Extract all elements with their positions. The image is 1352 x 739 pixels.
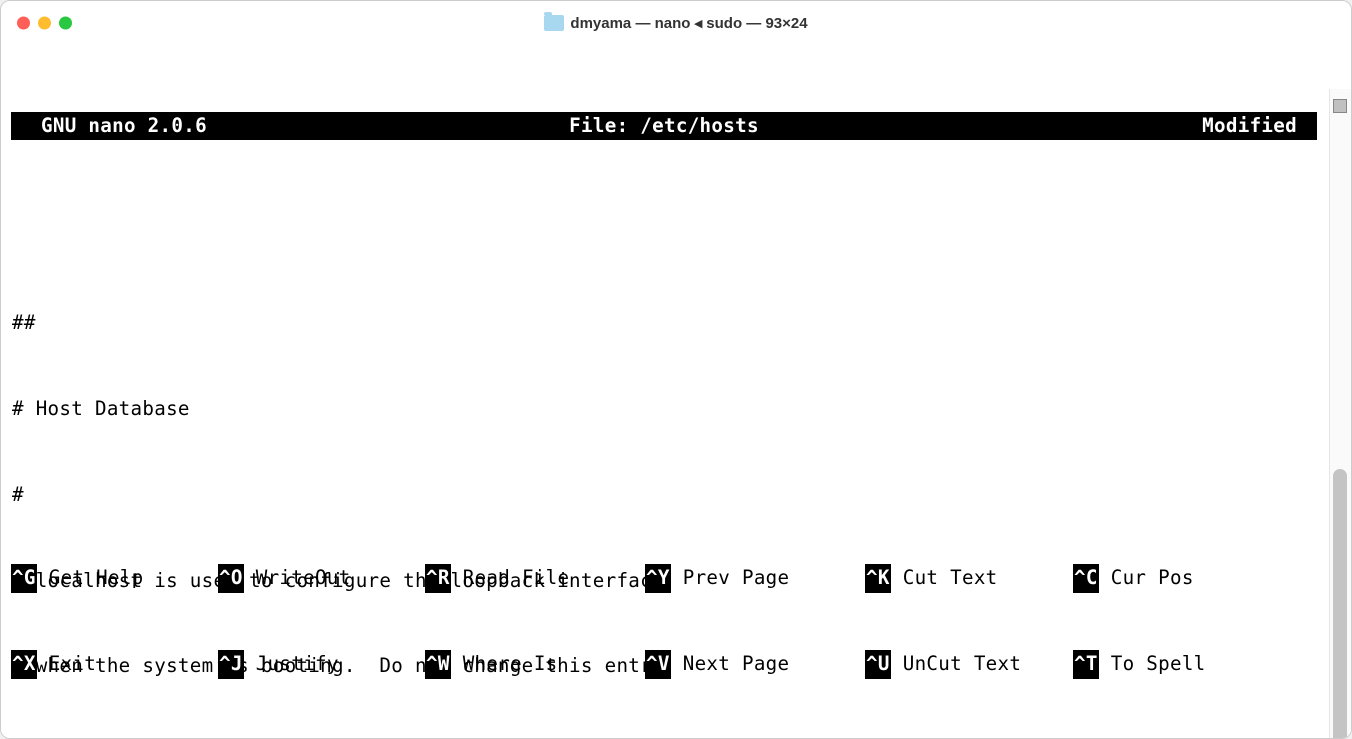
shortcut-key: ^W	[425, 650, 451, 679]
shortcut-key: ^T	[1073, 650, 1099, 679]
shortcut-key: ^X	[11, 650, 37, 679]
scrollbar-top-icon[interactable]	[1333, 99, 1347, 113]
shortcut-key: ^J	[218, 650, 244, 679]
shortcut-key: ^K	[865, 564, 891, 593]
traffic-lights	[17, 17, 72, 30]
shortcut-row: ^GGet Help ^OWriteOut ^RRead File ^YPrev…	[11, 564, 1317, 593]
shortcut-label: Where Is	[451, 650, 558, 679]
shortcut-key: ^Y	[645, 564, 671, 593]
shortcut-label: WriteOut	[244, 564, 351, 593]
shortcut-read-file: ^RRead File	[425, 564, 645, 593]
nano-modified-label: Modified	[1202, 112, 1297, 140]
shortcut-key: ^V	[645, 650, 671, 679]
shortcut-label: To Spell	[1099, 650, 1206, 679]
file-line: # Host Database	[12, 395, 1317, 424]
terminal-area[interactable]: GNU nano 2.0.6 File: /etc/hosts Modified…	[1, 45, 1351, 738]
shortcut-label: Justify	[244, 650, 339, 679]
shortcut-label: Read File	[451, 564, 570, 593]
shortcut-label: Prev Page	[671, 564, 790, 593]
shortcut-to-spell: ^TTo Spell	[1073, 650, 1317, 679]
window-title: dmyama — nano ◂ sudo — 93×24	[17, 14, 1335, 32]
shortcut-writeout: ^OWriteOut	[218, 564, 425, 593]
nano-header: GNU nano 2.0.6 File: /etc/hosts Modified	[11, 112, 1317, 140]
window-titlebar: dmyama — nano ◂ sudo — 93×24	[1, 1, 1351, 45]
shortcut-label: Cur Pos	[1099, 564, 1194, 593]
shortcut-uncut-text: ^UUnCut Text	[865, 650, 1073, 679]
file-line: ##	[12, 309, 1317, 338]
nano-file-label: File: /etc/hosts	[569, 112, 759, 140]
shortcut-label: UnCut Text	[891, 650, 1022, 679]
minimize-button[interactable]	[38, 17, 51, 30]
terminal-window: dmyama — nano ◂ sudo — 93×24 GNU nano 2.…	[0, 0, 1352, 739]
shortcut-label: Get Help	[37, 564, 144, 593]
shortcut-next-page: ^VNext Page	[645, 650, 865, 679]
file-line: #	[12, 481, 1317, 510]
scrollbar-thumb[interactable]	[1333, 469, 1347, 739]
maximize-button[interactable]	[59, 17, 72, 30]
window-title-text: dmyama — nano ◂ sudo — 93×24	[570, 14, 807, 32]
shortcut-cut-text: ^KCut Text	[865, 564, 1073, 593]
shortcut-label: Cut Text	[891, 564, 998, 593]
shortcut-exit: ^XExit	[11, 650, 218, 679]
shortcut-prev-page: ^YPrev Page	[645, 564, 865, 593]
shortcut-key: ^O	[218, 564, 244, 593]
shortcut-label: Exit	[37, 650, 96, 679]
shortcut-key: ^C	[1073, 564, 1099, 593]
shortcut-cur-pos: ^CCur Pos	[1073, 564, 1317, 593]
terminal-content[interactable]: GNU nano 2.0.6 File: /etc/hosts Modified…	[1, 45, 1327, 738]
shortcut-key: ^R	[425, 564, 451, 593]
close-button[interactable]	[17, 17, 30, 30]
shortcut-get-help: ^GGet Help	[11, 564, 218, 593]
shortcut-row: ^XExit ^JJustify ^WWhere Is ^VNext Page …	[11, 650, 1317, 679]
scrollbar-track[interactable]	[1329, 89, 1351, 738]
shortcut-key: ^U	[865, 650, 891, 679]
shortcut-where-is: ^WWhere Is	[425, 650, 645, 679]
shortcut-justify: ^JJustify	[218, 650, 425, 679]
shortcut-key: ^G	[11, 564, 37, 593]
folder-icon	[544, 15, 564, 31]
nano-shortcuts: ^GGet Help ^OWriteOut ^RRead File ^YPrev…	[11, 507, 1317, 736]
shortcut-label: Next Page	[671, 650, 790, 679]
nano-version: GNU nano 2.0.6	[41, 112, 207, 140]
